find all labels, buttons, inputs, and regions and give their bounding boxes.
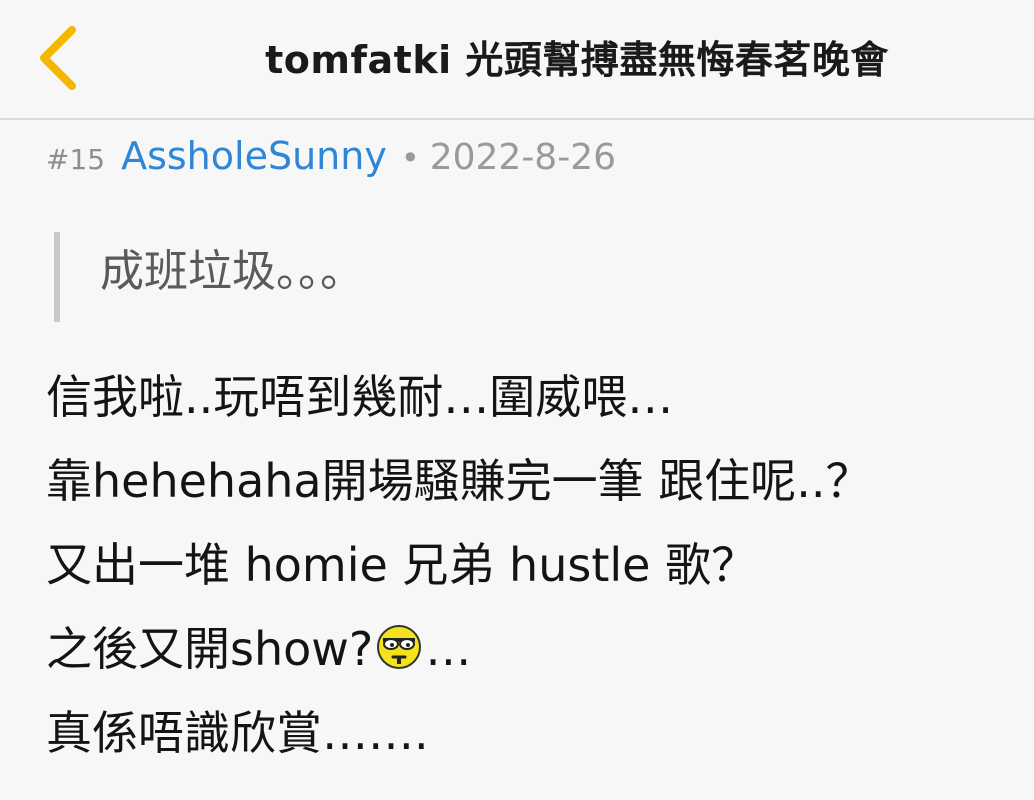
navigation-bar: tomfatki 光頭幫搏盡無悔春茗晚會: [0, 0, 1034, 120]
body-line: 之後又開show? …: [46, 607, 1026, 691]
post-number: #15: [46, 143, 106, 176]
body-line: 信我啦..玩唔到幾耐…圍威喂…: [46, 370, 674, 424]
body-line: 又出一堆 homie 兄弟 hustle 歌？: [46, 538, 758, 592]
body-text: 之後又開show?: [46, 622, 374, 676]
sunglasses-smiley-icon: [377, 625, 422, 669]
chevron-left-icon: [40, 26, 76, 90]
back-button[interactable]: [30, 22, 90, 94]
post-body: 信我啦..玩唔到幾耐…圍威喂… 靠hehehaha開場騷賺完一筆 跟住呢..？ …: [46, 355, 1026, 775]
body-line: 真係唔識欣賞…….: [46, 706, 429, 760]
username-link[interactable]: AssholeSunny: [121, 134, 387, 178]
separator-dot: •: [400, 139, 420, 177]
post-header: #15 AssholeSunny • 2022-8-26: [46, 134, 616, 190]
thread-title: tomfatki 光頭幫搏盡無悔春茗晚會: [265, 38, 889, 82]
quote-text: 成班垃圾。。。: [100, 246, 364, 297]
post-date: 2022-8-26: [429, 137, 617, 178]
quote-block: 成班垃圾。。。: [54, 232, 364, 322]
body-text: …: [425, 622, 472, 676]
body-line: 靠hehehaha開場騷賺完一筆 跟住呢..？: [46, 454, 872, 508]
